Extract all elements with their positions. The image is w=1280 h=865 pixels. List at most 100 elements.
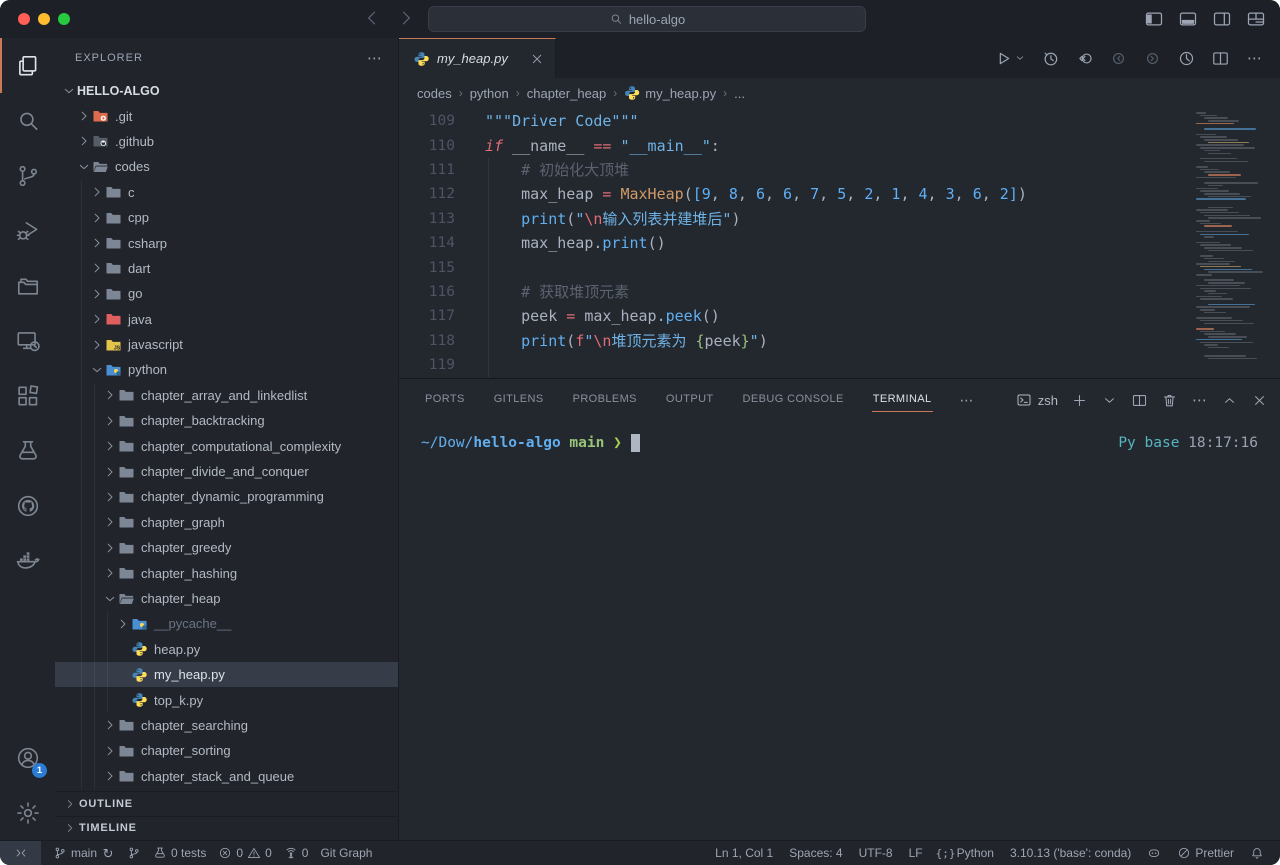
status-eol[interactable]: LF [901, 841, 931, 865]
tree-item-python[interactable]: python [55, 357, 398, 382]
activity-remote-explorer[interactable] [0, 313, 55, 368]
tree-item-csharp[interactable]: csharp [55, 230, 398, 255]
file-history-button[interactable] [1177, 49, 1196, 68]
tree-item-chapter-stack-and-queue[interactable]: chapter_stack_and_queue [55, 764, 398, 789]
previous-change-button[interactable] [1109, 49, 1128, 68]
tree-item-chapter-greedy[interactable]: chapter_greedy [55, 535, 398, 560]
tree-item-c[interactable]: c [55, 180, 398, 205]
activity-project-manager[interactable] [0, 258, 55, 313]
breadcrumb-chapter-heap[interactable]: chapter_heap [527, 86, 607, 101]
activity-github[interactable] [0, 478, 55, 533]
terminal-more-icon[interactable]: ⋯ [1191, 392, 1208, 409]
tree-item-chapter-graph[interactable]: chapter_graph [55, 510, 398, 535]
shell-select[interactable]: zsh [1016, 392, 1058, 408]
new-terminal-icon[interactable] [1071, 392, 1088, 409]
toggle-secondary-sidebar-icon[interactable] [1212, 9, 1232, 29]
tree-item-java[interactable]: java [55, 307, 398, 332]
customize-layout-icon[interactable] [1246, 9, 1266, 29]
status-tests[interactable]: 0 tests [147, 841, 212, 865]
breadcrumb-my-heap-py[interactable]: my_heap.py [624, 85, 716, 101]
tree-item--github[interactable]: .github [55, 129, 398, 154]
panel-tab-debug-console[interactable]: DEBUG CONSOLE [742, 388, 845, 412]
next-change-button[interactable] [1143, 49, 1162, 68]
tree-item--git[interactable]: .git [55, 103, 398, 128]
activity-extensions[interactable] [0, 368, 55, 423]
toggle-primary-sidebar-icon[interactable] [1144, 9, 1164, 29]
terminal[interactable]: ~/Dow/hello-algo main ❯ Py base 18:17:16 [399, 421, 1280, 840]
close-window-button[interactable] [18, 13, 30, 25]
tree-item-javascript[interactable]: JSjavascript [55, 332, 398, 357]
tree-item-chapter-searching[interactable]: chapter_searching [55, 713, 398, 738]
status-copilot[interactable] [1139, 841, 1169, 865]
tree-item-go[interactable]: go [55, 281, 398, 306]
status-prettier[interactable]: Prettier [1169, 841, 1242, 865]
breadcrumb-codes[interactable]: codes [417, 86, 452, 101]
status-encoding[interactable]: UTF-8 [851, 841, 901, 865]
navigate-back-icon[interactable] [362, 8, 382, 28]
tree-item-chapter-hashing[interactable]: chapter_hashing [55, 560, 398, 585]
status-notifications[interactable] [1242, 841, 1272, 865]
close-panel-icon[interactable] [1251, 392, 1268, 409]
activity-settings[interactable] [0, 785, 55, 840]
toggle-panel-icon[interactable] [1178, 9, 1198, 29]
activity-testing[interactable] [0, 423, 55, 478]
minimize-window-button[interactable] [38, 13, 50, 25]
tree-item-my-heap-py[interactable]: my_heap.py [55, 662, 398, 687]
tree-item-chapter-dynamic-programming[interactable]: chapter_dynamic_programming [55, 484, 398, 509]
activity-docker[interactable] [0, 533, 55, 588]
status-python-interpreter[interactable]: 3.10.13 ('base': conda) [1002, 841, 1139, 865]
tree-item-chapter-array-and-linkedlist[interactable]: chapter_array_and_linkedlist [55, 383, 398, 408]
status-remote-indicator[interactable] [0, 841, 41, 865]
maximize-panel-icon[interactable] [1221, 392, 1238, 409]
tree-item-top-k-py[interactable]: top_k.py [55, 687, 398, 712]
breadcrumb-python[interactable]: python [470, 86, 509, 101]
status-cursor-position[interactable]: Ln 1, Col 1 [707, 841, 781, 865]
tree-item-codes[interactable]: codes [55, 154, 398, 179]
local-history-button[interactable] [1041, 49, 1060, 68]
more-actions-button[interactable]: ⋯ [1245, 49, 1264, 68]
panel-tab-output[interactable]: OUTPUT [665, 388, 715, 412]
status-ports[interactable]: 0 [278, 841, 315, 865]
split-terminal-icon[interactable] [1131, 392, 1148, 409]
zoom-window-button[interactable] [58, 13, 70, 25]
kill-terminal-icon[interactable] [1161, 392, 1178, 409]
launch-profile-icon[interactable] [1101, 392, 1118, 409]
tree-item-chapter-divide-and-conquer[interactable]: chapter_divide_and_conquer [55, 459, 398, 484]
panel-tab-terminal[interactable]: TERMINAL [872, 388, 933, 412]
status-language-mode[interactable]: {;}Python [931, 841, 1002, 865]
status-git-graph-branch[interactable] [121, 841, 147, 865]
tree-item--pycache-[interactable]: __pycache__ [55, 611, 398, 636]
minimap[interactable] [1194, 108, 1266, 370]
tree-item-chapter-heap[interactable]: chapter_heap [55, 586, 398, 611]
activity-search[interactable] [0, 93, 55, 148]
split-editor-button[interactable] [1211, 49, 1230, 68]
code-editor[interactable]: 109"""Driver Code"""110if __name__ == "_… [399, 108, 1280, 378]
status-problems[interactable]: 00 [212, 841, 277, 865]
tree-item-chapter-computational-complexity[interactable]: chapter_computational_complexity [55, 433, 398, 458]
status-indentation[interactable]: Spaces: 4 [781, 841, 850, 865]
command-center-search[interactable]: hello-algo [428, 6, 866, 32]
status-git-branch[interactable]: main↻ [47, 841, 121, 865]
tree-item-heap-py[interactable]: heap.py [55, 637, 398, 662]
gitlens-back-button[interactable] [1075, 49, 1094, 68]
activity-source-control[interactable] [0, 148, 55, 203]
activity-run-and-debug[interactable] [0, 203, 55, 258]
panel-more-tabs-icon[interactable]: ⋯ [960, 392, 974, 409]
tree-item-chapter-backtracking[interactable]: chapter_backtracking [55, 408, 398, 433]
status-git-graph[interactable]: Git Graph [314, 841, 378, 865]
activity-explorer[interactable] [0, 38, 55, 93]
outline-section[interactable]: OUTLINE [55, 791, 398, 815]
close-tab-icon[interactable] [529, 51, 545, 67]
panel-tab-problems[interactable]: PROBLEMS [572, 388, 638, 412]
views-and-more-actions-icon[interactable]: ⋯ [366, 49, 384, 67]
navigate-forward-icon[interactable] [396, 8, 416, 28]
tree-item-dart[interactable]: dart [55, 256, 398, 281]
timeline-section[interactable]: TIMELINE [55, 816, 398, 840]
tab-my-heap-py[interactable]: my_heap.py [399, 38, 556, 78]
activity-accounts[interactable]: 1 [0, 730, 55, 785]
panel-tab-ports[interactable]: PORTS [424, 388, 466, 412]
panel-tab-gitlens[interactable]: GITLENS [493, 388, 545, 412]
tree-root[interactable]: HELLO-ALGO [55, 78, 398, 103]
run-button[interactable] [994, 49, 1026, 68]
tree-item-chapter-sorting[interactable]: chapter_sorting [55, 738, 398, 763]
